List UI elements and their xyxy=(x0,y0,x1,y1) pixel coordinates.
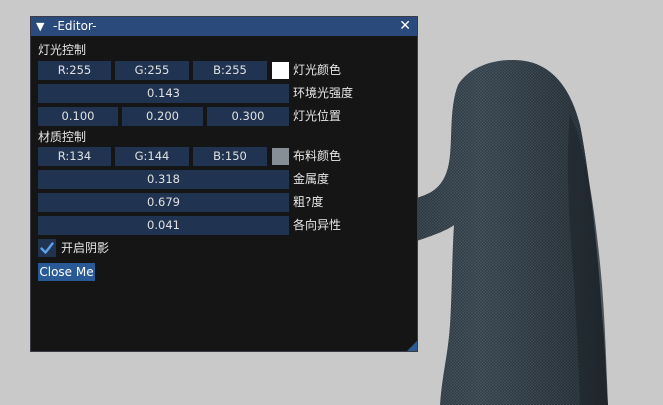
ambient-intensity-slider[interactable]: 0.143 xyxy=(38,84,289,103)
cloth-color-b-field[interactable]: B:150 xyxy=(193,147,267,166)
light-color-r-field[interactable]: R:255 xyxy=(38,61,111,80)
metallic-label: 金属度 xyxy=(293,172,330,186)
close-me-button[interactable]: Close Me xyxy=(38,263,95,281)
light-color-swatch[interactable] xyxy=(272,62,289,79)
light-position-y-field[interactable]: 0.200 xyxy=(122,107,203,126)
section-title-light: 灯光控制 xyxy=(38,43,87,57)
cloth-color-label: 布料颜色 xyxy=(293,149,342,163)
checkmark-icon xyxy=(40,242,54,254)
roughness-label: 粗?度 xyxy=(293,195,324,209)
light-position-z-field[interactable]: 0.300 xyxy=(207,107,289,126)
cloth-color-g-field[interactable]: G:144 xyxy=(115,147,189,166)
editor-window[interactable]: ▼ -Editor- ✕ 灯光控制 R:255 G:255 B:255 灯光颜色… xyxy=(30,16,418,352)
roughness-slider[interactable]: 0.679 xyxy=(38,193,289,212)
ambient-intensity-label: 环境光强度 xyxy=(293,86,354,100)
shadows-label: 开启阴影 xyxy=(61,241,110,255)
window-title: -Editor- xyxy=(53,19,97,33)
light-position-x-field[interactable]: 0.100 xyxy=(38,107,118,126)
anisotropy-label: 各向异性 xyxy=(293,218,342,232)
section-title-material: 材质控制 xyxy=(38,130,87,144)
metallic-slider[interactable]: 0.318 xyxy=(38,170,289,189)
collapse-arrow-icon[interactable]: ▼ xyxy=(36,17,44,36)
title-bar[interactable]: ▼ -Editor- ✕ xyxy=(31,17,417,36)
light-color-b-field[interactable]: B:255 xyxy=(193,61,267,80)
close-icon[interactable]: ✕ xyxy=(399,17,411,36)
light-color-label: 灯光颜色 xyxy=(293,63,342,77)
resize-grip[interactable] xyxy=(407,341,417,351)
cloth-color-r-field[interactable]: R:134 xyxy=(38,147,111,166)
anisotropy-slider[interactable]: 0.041 xyxy=(38,216,289,235)
light-position-label: 灯光位置 xyxy=(293,109,342,123)
shadows-checkbox[interactable] xyxy=(38,239,56,257)
cloth-color-swatch[interactable] xyxy=(272,148,289,165)
light-color-g-field[interactable]: G:255 xyxy=(115,61,189,80)
